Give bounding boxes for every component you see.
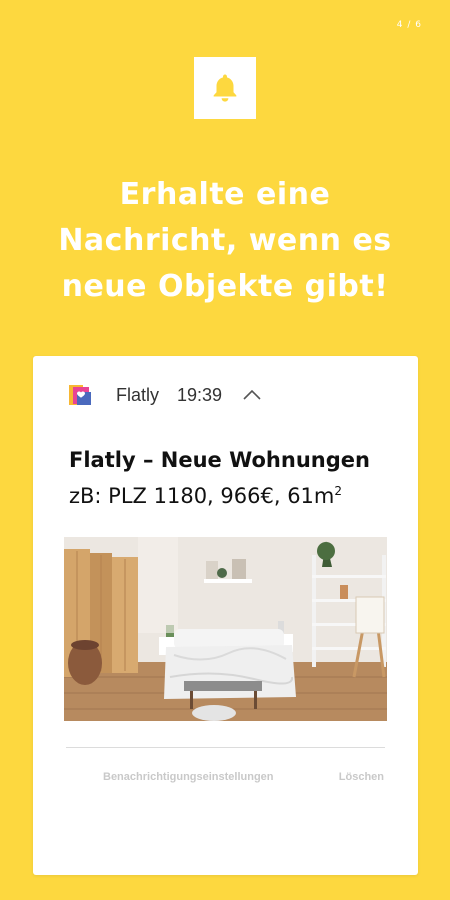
headline-line-1: Erhalte eine (119, 177, 331, 212)
app-name: Flatly (116, 384, 160, 405)
headline-line-2: Nachricht, wenn es (58, 223, 392, 258)
flatly-app-icon (68, 383, 92, 407)
apartment-photo (64, 537, 387, 721)
page-indicator: 4 / 6 (396, 20, 422, 30)
headline: Erhalte eine Nachricht, wenn es neue Obj… (0, 172, 450, 310)
notification-body: zB: PLZ 1180, 966€, 61m2 (69, 484, 342, 508)
notification-header: Flatly 19:39 (68, 382, 262, 408)
notification-time: 19:39 (177, 384, 223, 405)
card-divider (66, 747, 385, 748)
headline-line-3: neue Objekte gibt! (61, 269, 389, 304)
chevron-up-icon[interactable] (242, 388, 262, 402)
bell-box (194, 57, 256, 119)
bell-icon (213, 74, 237, 102)
notification-card: Flatly 19:39 Flatly – Neue Wohnungen zB:… (33, 356, 418, 875)
notification-actions: Benachrichtigungseinstellungen Löschen (103, 771, 384, 783)
notification-body-text: zB: PLZ 1180, 966€, 61m (69, 484, 335, 508)
notification-settings-button[interactable]: Benachrichtigungseinstellungen (103, 771, 274, 783)
delete-button[interactable]: Löschen (339, 771, 384, 783)
notification-body-superscript: 2 (334, 484, 343, 498)
notification-title: Flatly – Neue Wohnungen (69, 448, 370, 472)
